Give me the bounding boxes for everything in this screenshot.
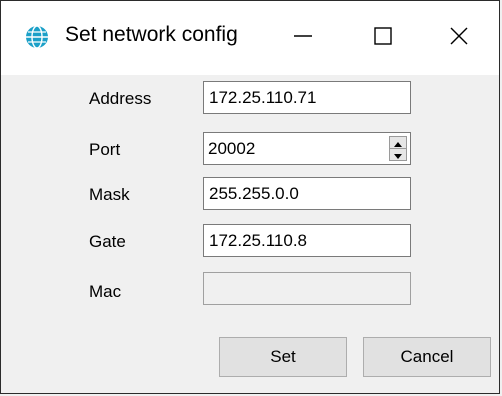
maximize-button[interactable] <box>343 1 423 75</box>
maximize-icon <box>372 25 394 52</box>
port-stepper[interactable]: 20002 <box>203 132 411 165</box>
spin-down-button[interactable] <box>390 149 406 160</box>
minimize-icon <box>292 25 314 52</box>
minimize-button[interactable] <box>263 1 343 75</box>
mask-label: Mask <box>89 185 130 204</box>
cancel-button[interactable]: Cancel <box>363 337 491 377</box>
network-config-dialog: Set network config Address Port 20002 <box>0 0 500 394</box>
set-button[interactable]: Set <box>219 337 347 377</box>
address-input[interactable] <box>203 81 411 114</box>
globe-icon <box>24 24 50 50</box>
title-bar[interactable]: Set network config <box>1 1 499 75</box>
mac-input <box>203 272 411 305</box>
mask-input[interactable] <box>203 177 411 210</box>
address-label: Address <box>89 89 152 108</box>
mac-label: Mac <box>89 282 122 301</box>
port-spin-buttons[interactable] <box>389 136 407 161</box>
port-label: Port <box>89 140 121 159</box>
gate-label: Gate <box>89 232 126 251</box>
port-value[interactable]: 20002 <box>208 139 255 159</box>
close-icon <box>448 25 470 52</box>
window-title: Set network config <box>65 23 238 46</box>
gate-input[interactable] <box>203 224 411 257</box>
close-button[interactable] <box>419 1 499 75</box>
arrow-down-icon <box>394 146 402 164</box>
